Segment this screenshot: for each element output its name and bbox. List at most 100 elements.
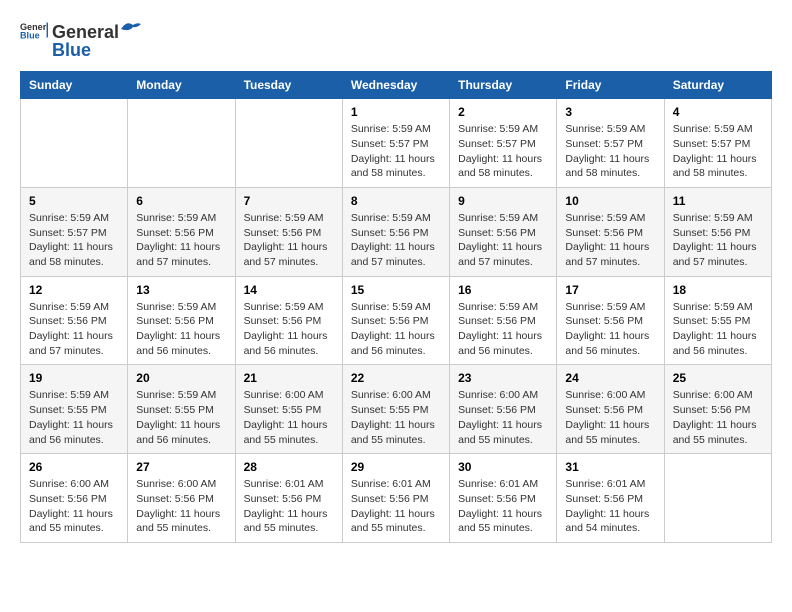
calendar-week-row: 26 Sunrise: 6:00 AM Sunset: 5:56 PM Dayli…	[21, 454, 772, 543]
calendar-cell: 22 Sunrise: 6:00 AM Sunset: 5:55 PM Dayli…	[342, 365, 449, 454]
calendar-cell: 1 Sunrise: 5:59 AM Sunset: 5:57 PM Daylig…	[342, 99, 449, 188]
day-number: 1	[351, 105, 441, 119]
calendar-cell	[128, 99, 235, 188]
day-number: 7	[244, 194, 334, 208]
calendar-cell: 12Sunrise: 5:59 AM Sunset: 5:56 PM Dayli…	[21, 276, 128, 365]
calendar-cell: 9Sunrise: 5:59 AM Sunset: 5:56 PM Daylig…	[450, 187, 557, 276]
calendar-table: SundayMondayTuesdayWednesdayThursdayFrid…	[20, 71, 772, 543]
day-number: 25	[673, 371, 763, 385]
day-number: 16	[458, 283, 548, 297]
weekday-header-monday: Monday	[128, 72, 235, 99]
logo: General Blue General Blue	[20, 20, 141, 61]
day-number: 4	[673, 105, 763, 119]
calendar-week-row: 12Sunrise: 5:59 AM Sunset: 5:56 PM Dayli…	[21, 276, 772, 365]
day-number: 27	[136, 460, 226, 474]
calendar-cell: 11 Sunrise: 5:59 AM Sunset: 5:56 PM Dayli…	[664, 187, 771, 276]
day-info: Sunrise: 5:59 AM Sunset: 5:56 PM Dayligh…	[565, 211, 655, 270]
day-number: 23	[458, 371, 548, 385]
calendar-cell: 27Sunrise: 6:00 AM Sunset: 5:56 PM Dayli…	[128, 454, 235, 543]
day-number: 8	[351, 194, 441, 208]
day-number: 17	[565, 283, 655, 297]
day-info: Sunrise: 5:59 AM Sunset: 5:56 PM Dayligh…	[351, 300, 441, 359]
calendar-cell: 16Sunrise: 5:59 AM Sunset: 5:56 PM Dayli…	[450, 276, 557, 365]
day-number: 26	[29, 460, 119, 474]
day-info: Sunrise: 6:00 AM Sunset: 5:56 PM Dayligh…	[29, 477, 119, 536]
calendar-cell: 5 Sunrise: 5:59 AM Sunset: 5:57 PM Daylig…	[21, 187, 128, 276]
calendar-cell: 13 Sunrise: 5:59 AM Sunset: 5:56 PM Dayli…	[128, 276, 235, 365]
day-info: Sunrise: 5:59 AM Sunset: 5:56 PM Dayligh…	[29, 300, 119, 359]
day-number: 6	[136, 194, 226, 208]
weekday-header-saturday: Saturday	[664, 72, 771, 99]
day-info: Sunrise: 5:59 AM Sunset: 5:57 PM Dayligh…	[29, 211, 119, 270]
day-number: 22	[351, 371, 441, 385]
page-header: General Blue General Blue	[20, 20, 772, 61]
calendar-cell: 28Sunrise: 6:01 AM Sunset: 5:56 PM Dayli…	[235, 454, 342, 543]
logo-icon: General Blue	[20, 20, 48, 40]
calendar-cell: 14 Sunrise: 5:59 AM Sunset: 5:56 PM Dayli…	[235, 276, 342, 365]
day-number: 31	[565, 460, 655, 474]
day-info: Sunrise: 6:00 AM Sunset: 5:56 PM Dayligh…	[458, 388, 548, 447]
calendar-week-row: 5 Sunrise: 5:59 AM Sunset: 5:57 PM Daylig…	[21, 187, 772, 276]
day-info: Sunrise: 5:59 AM Sunset: 5:57 PM Dayligh…	[565, 122, 655, 181]
day-number: 13	[136, 283, 226, 297]
calendar-cell: 25 Sunrise: 6:00 AM Sunset: 5:56 PM Dayli…	[664, 365, 771, 454]
day-info: Sunrise: 6:00 AM Sunset: 5:56 PM Dayligh…	[673, 388, 763, 447]
day-info: Sunrise: 6:00 AM Sunset: 5:55 PM Dayligh…	[351, 388, 441, 447]
day-info: Sunrise: 5:59 AM Sunset: 5:56 PM Dayligh…	[351, 211, 441, 270]
day-number: 14	[244, 283, 334, 297]
day-info: Sunrise: 5:59 AM Sunset: 5:56 PM Dayligh…	[244, 300, 334, 359]
calendar-cell: 8 Sunrise: 5:59 AM Sunset: 5:56 PM Daylig…	[342, 187, 449, 276]
calendar-cell	[235, 99, 342, 188]
day-info: Sunrise: 5:59 AM Sunset: 5:57 PM Dayligh…	[351, 122, 441, 181]
day-info: Sunrise: 6:01 AM Sunset: 5:56 PM Dayligh…	[565, 477, 655, 536]
weekday-header-tuesday: Tuesday	[235, 72, 342, 99]
day-number: 19	[29, 371, 119, 385]
day-number: 18	[673, 283, 763, 297]
calendar-week-row: 19 Sunrise: 5:59 AM Sunset: 5:55 PM Dayli…	[21, 365, 772, 454]
calendar-cell	[21, 99, 128, 188]
calendar-cell: 2 Sunrise: 5:59 AM Sunset: 5:57 PM Daylig…	[450, 99, 557, 188]
calendar-cell: 4 Sunrise: 5:59 AM Sunset: 5:57 PM Daylig…	[664, 99, 771, 188]
day-info: Sunrise: 5:59 AM Sunset: 5:57 PM Dayligh…	[673, 122, 763, 181]
calendar-cell: 10 Sunrise: 5:59 AM Sunset: 5:56 PM Dayli…	[557, 187, 664, 276]
day-info: Sunrise: 5:59 AM Sunset: 5:56 PM Dayligh…	[673, 211, 763, 270]
calendar-cell: 7 Sunrise: 5:59 AM Sunset: 5:56 PM Daylig…	[235, 187, 342, 276]
calendar-week-row: 1 Sunrise: 5:59 AM Sunset: 5:57 PM Daylig…	[21, 99, 772, 188]
weekday-header-sunday: Sunday	[21, 72, 128, 99]
calendar-cell: 21 Sunrise: 6:00 AM Sunset: 5:55 PM Dayli…	[235, 365, 342, 454]
calendar-cell: 18 Sunrise: 5:59 AM Sunset: 5:55 PM Dayli…	[664, 276, 771, 365]
day-number: 21	[244, 371, 334, 385]
day-number: 2	[458, 105, 548, 119]
day-number: 9	[458, 194, 548, 208]
day-info: Sunrise: 6:01 AM Sunset: 5:56 PM Dayligh…	[244, 477, 334, 536]
calendar-header-row: SundayMondayTuesdayWednesdayThursdayFrid…	[21, 72, 772, 99]
day-info: Sunrise: 6:01 AM Sunset: 5:56 PM Dayligh…	[351, 477, 441, 536]
calendar-cell: 3Sunrise: 5:59 AM Sunset: 5:57 PM Daylig…	[557, 99, 664, 188]
day-info: Sunrise: 5:59 AM Sunset: 5:55 PM Dayligh…	[673, 300, 763, 359]
day-number: 11	[673, 194, 763, 208]
svg-text:Blue: Blue	[20, 30, 40, 40]
day-number: 20	[136, 371, 226, 385]
calendar-cell: 24Sunrise: 6:00 AM Sunset: 5:56 PM Dayli…	[557, 365, 664, 454]
day-info: Sunrise: 6:00 AM Sunset: 5:56 PM Dayligh…	[565, 388, 655, 447]
logo-bird-icon	[119, 20, 141, 38]
day-info: Sunrise: 5:59 AM Sunset: 5:55 PM Dayligh…	[136, 388, 226, 447]
weekday-header-thursday: Thursday	[450, 72, 557, 99]
day-info: Sunrise: 6:00 AM Sunset: 5:55 PM Dayligh…	[244, 388, 334, 447]
day-info: Sunrise: 5:59 AM Sunset: 5:56 PM Dayligh…	[136, 300, 226, 359]
day-info: Sunrise: 5:59 AM Sunset: 5:56 PM Dayligh…	[244, 211, 334, 270]
calendar-cell: 23 Sunrise: 6:00 AM Sunset: 5:56 PM Dayli…	[450, 365, 557, 454]
weekday-header-wednesday: Wednesday	[342, 72, 449, 99]
day-info: Sunrise: 5:59 AM Sunset: 5:56 PM Dayligh…	[565, 300, 655, 359]
calendar-cell: 30Sunrise: 6:01 AM Sunset: 5:56 PM Dayli…	[450, 454, 557, 543]
day-number: 10	[565, 194, 655, 208]
day-info: Sunrise: 5:59 AM Sunset: 5:55 PM Dayligh…	[29, 388, 119, 447]
calendar-cell: 15Sunrise: 5:59 AM Sunset: 5:56 PM Dayli…	[342, 276, 449, 365]
day-number: 5	[29, 194, 119, 208]
calendar-cell: 19 Sunrise: 5:59 AM Sunset: 5:55 PM Dayli…	[21, 365, 128, 454]
calendar-cell: 29Sunrise: 6:01 AM Sunset: 5:56 PM Dayli…	[342, 454, 449, 543]
day-info: Sunrise: 5:59 AM Sunset: 5:57 PM Dayligh…	[458, 122, 548, 181]
calendar-cell: 20 Sunrise: 5:59 AM Sunset: 5:55 PM Dayli…	[128, 365, 235, 454]
day-number: 30	[458, 460, 548, 474]
calendar-cell: 6Sunrise: 5:59 AM Sunset: 5:56 PM Daylig…	[128, 187, 235, 276]
